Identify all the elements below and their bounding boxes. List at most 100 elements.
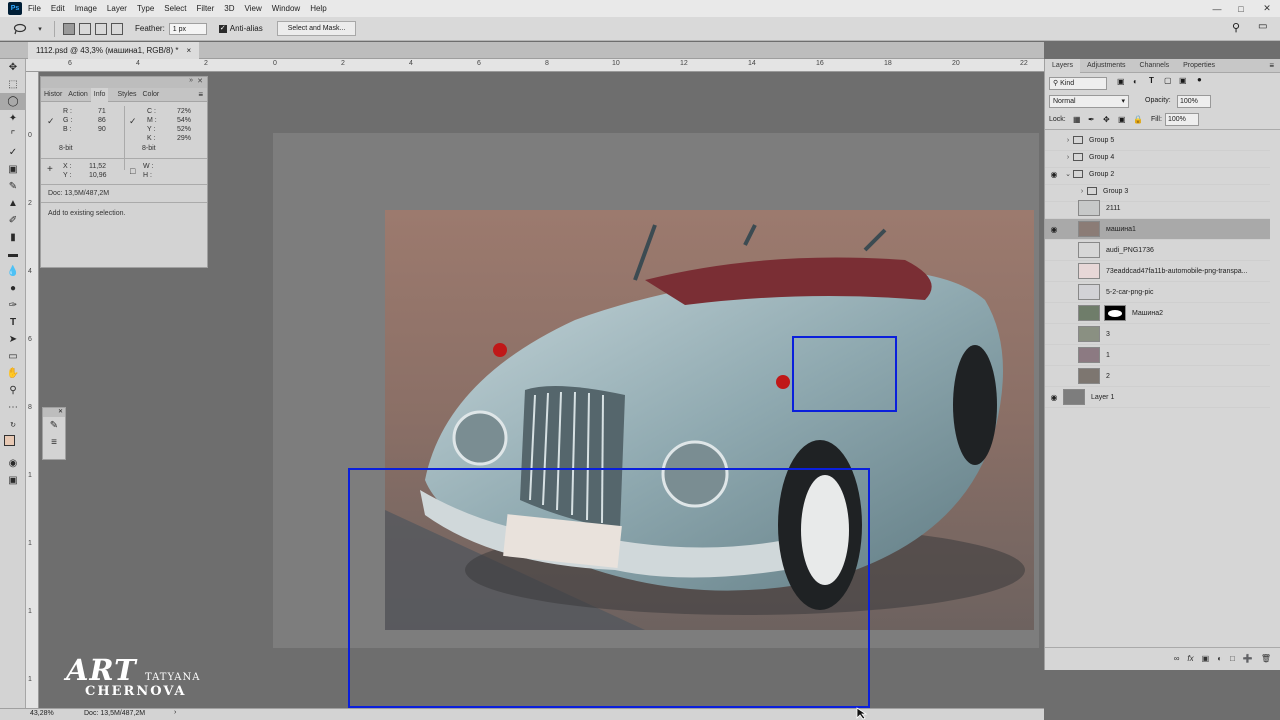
menu-view[interactable]: View bbox=[245, 4, 262, 13]
layer-mask-thumbnail[interactable] bbox=[1104, 305, 1126, 321]
clone-stamp-tool-icon[interactable]: ▲ bbox=[0, 195, 26, 212]
menu-edit[interactable]: Edit bbox=[51, 4, 65, 13]
adjustment-filter-icon[interactable]: ◐ bbox=[1133, 77, 1138, 86]
tab-close-icon[interactable]: × bbox=[186, 42, 191, 59]
brush-preset-icon[interactable]: ✎ bbox=[43, 417, 65, 434]
pixel-filter-icon[interactable]: ▣ bbox=[1117, 77, 1125, 86]
tab-color[interactable]: Color bbox=[140, 91, 163, 98]
layer-row-1[interactable]: 1 bbox=[1045, 345, 1270, 366]
opacity-input[interactable]: 100% bbox=[1177, 95, 1211, 108]
filter-toggle-icon[interactable]: ● bbox=[1197, 75, 1202, 84]
add-mask-icon[interactable]: ▣ bbox=[1202, 654, 1210, 663]
hand-tool-icon[interactable]: ✋ bbox=[0, 365, 26, 382]
menu-3d[interactable]: 3D bbox=[224, 4, 234, 13]
healing-tool-icon[interactable]: ▣ bbox=[0, 161, 26, 178]
move-tool-icon[interactable]: ✥ bbox=[0, 59, 26, 76]
history-brush-tool-icon[interactable]: ✐ bbox=[0, 212, 26, 229]
magic-wand-tool-icon[interactable]: ✦ bbox=[0, 110, 26, 127]
brush-tool-icon[interactable]: ✎ bbox=[0, 178, 26, 195]
eye-icon[interactable]: ◉ bbox=[1045, 393, 1063, 402]
swap-colors-icon[interactable]: ↻ bbox=[0, 416, 26, 433]
chevron-right-icon[interactable]: › bbox=[1063, 137, 1073, 144]
path-selection-tool-icon[interactable]: ➤ bbox=[0, 331, 26, 348]
layer-row-2111[interactable]: 2111 bbox=[1045, 198, 1270, 219]
new-group-icon[interactable]: □ bbox=[1230, 654, 1235, 663]
new-selection-icon[interactable] bbox=[63, 22, 75, 35]
tab-layers[interactable]: Layers bbox=[1045, 58, 1081, 73]
chevron-right-icon[interactable]: › bbox=[174, 709, 176, 716]
delete-layer-icon[interactable]: 🗑 bbox=[1261, 654, 1271, 663]
layer-row-car-png[interactable]: 5-2-car-png-pic bbox=[1045, 282, 1270, 303]
menu-help[interactable]: Help bbox=[310, 4, 326, 13]
eyedropper-tool-icon[interactable]: ✓ bbox=[0, 144, 26, 161]
tab-actions[interactable]: Action bbox=[65, 91, 90, 98]
tab-styles[interactable]: Styles bbox=[114, 91, 139, 98]
maximize-icon[interactable]: □ bbox=[1230, 0, 1252, 17]
close-icon[interactable]: ✕ bbox=[1256, 0, 1278, 17]
smart-filter-icon[interactable]: ▣ bbox=[1179, 76, 1187, 85]
search-icon[interactable]: ⚲ bbox=[1232, 21, 1240, 34]
foreground-color-swatch[interactable] bbox=[4, 435, 15, 446]
chevron-right-icon[interactable]: › bbox=[1063, 154, 1073, 161]
antialias-checkbox[interactable]: ✓ bbox=[218, 24, 227, 33]
shape-tool-icon[interactable]: ▭ bbox=[0, 348, 26, 365]
lasso-tool-icon[interactable]: ◯ bbox=[0, 93, 26, 110]
marquee-tool-icon[interactable]: ⬚ bbox=[0, 76, 26, 93]
menu-filter[interactable]: Filter bbox=[197, 4, 215, 13]
chevron-down-icon[interactable]: ⌄ bbox=[1063, 170, 1073, 178]
lock-position-icon[interactable]: ✥ bbox=[1103, 115, 1110, 124]
feather-input[interactable]: 1 px bbox=[168, 22, 207, 35]
menu-type[interactable]: Type bbox=[137, 4, 154, 13]
select-and-mask-button[interactable]: Select and Mask... bbox=[276, 21, 357, 36]
minimize-icon[interactable]: — bbox=[1206, 0, 1228, 17]
tab-adjustments[interactable]: Adjustments bbox=[1080, 59, 1133, 73]
new-adjustment-icon[interactable]: ◐ bbox=[1217, 654, 1222, 663]
type-tool-icon[interactable]: T bbox=[0, 314, 26, 331]
eye-icon[interactable]: ◉ bbox=[1045, 225, 1063, 234]
menu-window[interactable]: Window bbox=[272, 4, 300, 13]
layer-row-audi[interactable]: audi_PNG1736 bbox=[1045, 240, 1270, 261]
layer-filter-select[interactable]: ⚲ Kind bbox=[1049, 77, 1107, 90]
menu-layer[interactable]: Layer bbox=[107, 4, 127, 13]
tab-history[interactable]: Histor bbox=[41, 91, 65, 98]
chevron-right-icon[interactable]: › bbox=[1077, 188, 1087, 195]
lasso-icon[interactable] bbox=[12, 21, 28, 37]
blur-tool-icon[interactable]: 💧 bbox=[0, 263, 26, 280]
screen-mode-icon[interactable]: ▣ bbox=[0, 472, 26, 489]
more-tools-icon[interactable]: ⋯ bbox=[0, 399, 26, 416]
eye-icon[interactable]: ◉ bbox=[1045, 170, 1063, 179]
new-layer-icon[interactable]: ➕ bbox=[1243, 654, 1253, 663]
lock-all-icon[interactable]: 🔒 bbox=[1133, 115, 1143, 124]
intersect-selection-icon[interactable] bbox=[111, 22, 123, 35]
tab-info[interactable]: Info bbox=[90, 87, 109, 102]
lock-artboard-icon[interactable]: ▣ bbox=[1118, 115, 1126, 124]
layer-row-automobile[interactable]: 73eaddcad47fa11b-automobile-png-transpa.… bbox=[1045, 261, 1270, 282]
blend-mode-select[interactable]: Normal ▾ bbox=[1049, 95, 1129, 108]
gradient-tool-icon[interactable]: ▬ bbox=[0, 246, 26, 263]
menu-file[interactable]: File bbox=[28, 4, 41, 13]
layer-row-layer1[interactable]: ◉ Layer 1 bbox=[1045, 387, 1270, 408]
menu-image[interactable]: Image bbox=[75, 4, 97, 13]
zoom-tool-icon[interactable]: ⚲ bbox=[0, 382, 26, 399]
zoom-level[interactable]: 43,28% bbox=[30, 710, 54, 717]
menu-select[interactable]: Select bbox=[164, 4, 186, 13]
dodge-tool-icon[interactable]: ● bbox=[0, 280, 26, 297]
crop-tool-icon[interactable]: ⌜ bbox=[0, 127, 26, 144]
panel-close-icon[interactable]: ✕ bbox=[197, 77, 203, 85]
layer-row-2[interactable]: 2 bbox=[1045, 366, 1270, 387]
lock-pixels-icon[interactable]: ✒ bbox=[1088, 115, 1095, 124]
panel-menu-icon[interactable]: ≡ bbox=[1269, 61, 1274, 70]
info-panel-header[interactable]: » ✕ bbox=[41, 77, 207, 88]
layer-style-icon[interactable]: fx bbox=[1187, 654, 1193, 663]
pen-tool-icon[interactable]: ✑ bbox=[0, 297, 26, 314]
layer-row-3[interactable]: 3 bbox=[1045, 324, 1270, 345]
fill-input[interactable]: 100% bbox=[1165, 113, 1199, 126]
panel-menu-icon[interactable]: ≡ bbox=[198, 90, 203, 99]
type-filter-icon[interactable]: T bbox=[1149, 76, 1154, 85]
layer-row-mashina2[interactable]: Машина2 bbox=[1045, 303, 1270, 324]
lock-transparent-icon[interactable]: ▦ bbox=[1073, 115, 1081, 124]
tab-properties[interactable]: Properties bbox=[1176, 59, 1222, 73]
document-tab[interactable]: 1112.psd @ 43,3% (машина1, RGB/8) * × bbox=[28, 42, 200, 59]
tool-settings-icon[interactable]: ≡ bbox=[43, 434, 65, 451]
color-swatches[interactable] bbox=[0, 433, 25, 455]
